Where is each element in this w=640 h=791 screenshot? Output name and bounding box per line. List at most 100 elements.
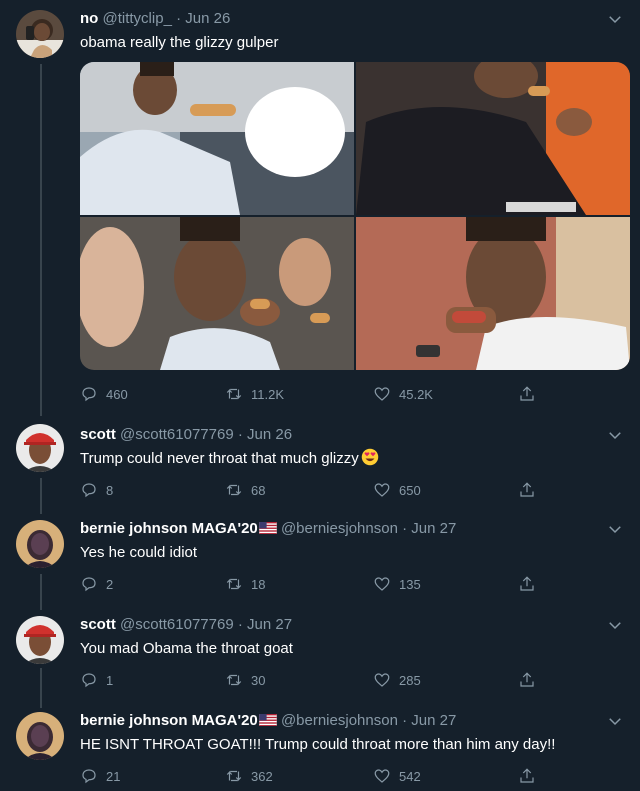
heart-icon <box>374 673 390 687</box>
reply-button[interactable]: 2 <box>80 574 113 594</box>
timestamp[interactable]: Jun 27 <box>247 616 292 633</box>
heart-icon <box>374 769 390 783</box>
retweet-button[interactable]: 18 <box>225 574 265 594</box>
avatar-image <box>16 616 64 664</box>
media-photo[interactable] <box>356 62 630 215</box>
retweet-icon <box>226 388 242 400</box>
share-icon <box>520 576 534 591</box>
media-photo[interactable] <box>80 62 354 215</box>
display-name[interactable]: bernie johnson MAGA'20 <box>80 712 258 729</box>
retweet-count: 68 <box>251 482 266 498</box>
tweet-text: You mad Obama the throat goat <box>80 640 293 657</box>
chevron-down-icon[interactable] <box>606 10 624 28</box>
separator-dot: · <box>237 616 243 633</box>
reply-icon <box>82 483 96 498</box>
chevron-down-icon[interactable] <box>606 616 624 634</box>
reply-icon <box>82 673 96 688</box>
like-count: 45.2K <box>399 386 433 402</box>
separator-dot: · <box>237 426 243 443</box>
reply-count: 1 <box>106 672 114 688</box>
tweet-text: HE ISNT THROAT GOAT!!! Trump could throa… <box>80 736 556 753</box>
like-button[interactable]: 135 <box>373 574 421 594</box>
like-count: 135 <box>399 576 421 592</box>
user-handle[interactable]: @berniesjohnson <box>281 520 398 537</box>
reply-count: 21 <box>106 768 121 784</box>
media-grid[interactable] <box>80 62 630 370</box>
tweet[interactable]: bernie johnson MAGA'20 @berniesjohnson ·… <box>0 700 640 791</box>
timestamp[interactable]: Jun 27 <box>411 520 456 537</box>
retweet-count: 30 <box>251 672 266 688</box>
display-name[interactable]: scott <box>80 616 116 633</box>
avatar[interactable] <box>16 520 64 568</box>
avatar-image <box>16 10 64 58</box>
heart-eyes-emoji <box>361 448 378 466</box>
retweet-icon <box>226 484 242 496</box>
tweet[interactable]: no @tittyclip_ · Jun 26 obama really the… <box>0 0 640 412</box>
user-handle[interactable]: @scott61077769 <box>120 616 234 633</box>
chevron-down-icon[interactable] <box>606 426 624 444</box>
like-count: 542 <box>399 768 421 784</box>
separator-dot: · <box>176 10 182 27</box>
user-handle[interactable]: @scott61077769 <box>120 426 234 443</box>
timestamp[interactable]: Jun 26 <box>247 426 292 443</box>
share-icon <box>520 386 534 401</box>
tweet[interactable]: scott @scott61077769 · Jun 26 Trump coul… <box>0 414 640 508</box>
like-button[interactable]: 650 <box>373 480 421 500</box>
media-photo[interactable] <box>80 217 354 370</box>
retweet-icon <box>226 674 242 686</box>
avatar[interactable] <box>16 424 64 472</box>
retweet-button[interactable]: 68 <box>225 480 265 500</box>
reply-icon <box>82 769 96 784</box>
timestamp[interactable]: Jun 27 <box>411 712 456 729</box>
reply-button[interactable]: 21 <box>80 766 120 786</box>
avatar[interactable] <box>16 712 64 760</box>
share-button[interactable] <box>518 670 536 690</box>
display-name[interactable]: scott <box>80 426 116 443</box>
share-button[interactable] <box>518 766 536 786</box>
retweet-icon <box>226 578 242 590</box>
tweet-text: Trump could never throat that much glizz… <box>80 450 359 467</box>
avatar[interactable] <box>16 10 64 58</box>
us-flag-icon <box>258 522 277 534</box>
reply-icon <box>82 387 96 402</box>
tweet[interactable]: scott @scott61077769 · Jun 27 You mad Ob… <box>0 604 640 700</box>
user-handle[interactable]: @tittyclip_ <box>103 10 172 27</box>
avatar[interactable] <box>16 616 64 664</box>
retweet-button[interactable]: 11.2K <box>225 384 284 404</box>
timestamp[interactable]: Jun 26 <box>185 10 230 27</box>
avatar-image <box>16 520 64 568</box>
share-button[interactable] <box>518 384 536 404</box>
retweet-count: 362 <box>251 768 273 784</box>
display-name[interactable]: no <box>80 10 98 27</box>
reply-button[interactable]: 8 <box>80 480 113 500</box>
heart-icon <box>374 577 390 591</box>
display-name[interactable]: bernie johnson MAGA'20 <box>80 520 258 537</box>
heart-icon <box>374 387 390 401</box>
retweet-count: 18 <box>251 576 266 592</box>
retweet-button[interactable]: 30 <box>225 670 265 690</box>
reply-count: 460 <box>106 386 128 402</box>
share-button[interactable] <box>518 574 536 594</box>
retweet-count: 11.2K <box>251 386 285 402</box>
chevron-down-icon[interactable] <box>606 712 624 730</box>
avatar-image <box>16 424 64 472</box>
user-handle[interactable]: @berniesjohnson <box>281 712 398 729</box>
avatar-image <box>16 712 64 760</box>
chevron-down-icon[interactable] <box>606 520 624 538</box>
retweet-button[interactable]: 362 <box>225 766 273 786</box>
retweet-icon <box>226 770 242 782</box>
media-photo[interactable] <box>356 217 630 370</box>
like-button[interactable]: 45.2K <box>373 384 433 404</box>
share-button[interactable] <box>518 480 536 500</box>
like-button[interactable]: 542 <box>373 766 421 786</box>
heart-icon <box>374 483 390 497</box>
share-icon <box>520 482 534 497</box>
reply-button[interactable]: 1 <box>80 670 113 690</box>
separator-dot: · <box>402 520 408 537</box>
tweet[interactable]: bernie johnson MAGA'20 @berniesjohnson ·… <box>0 508 640 604</box>
like-count: 285 <box>399 672 421 688</box>
reply-count: 2 <box>106 576 114 592</box>
reply-button[interactable]: 460 <box>80 384 128 404</box>
tweet-text-row: Trump could never throat that much glizz… <box>80 448 379 467</box>
like-button[interactable]: 285 <box>373 670 421 690</box>
